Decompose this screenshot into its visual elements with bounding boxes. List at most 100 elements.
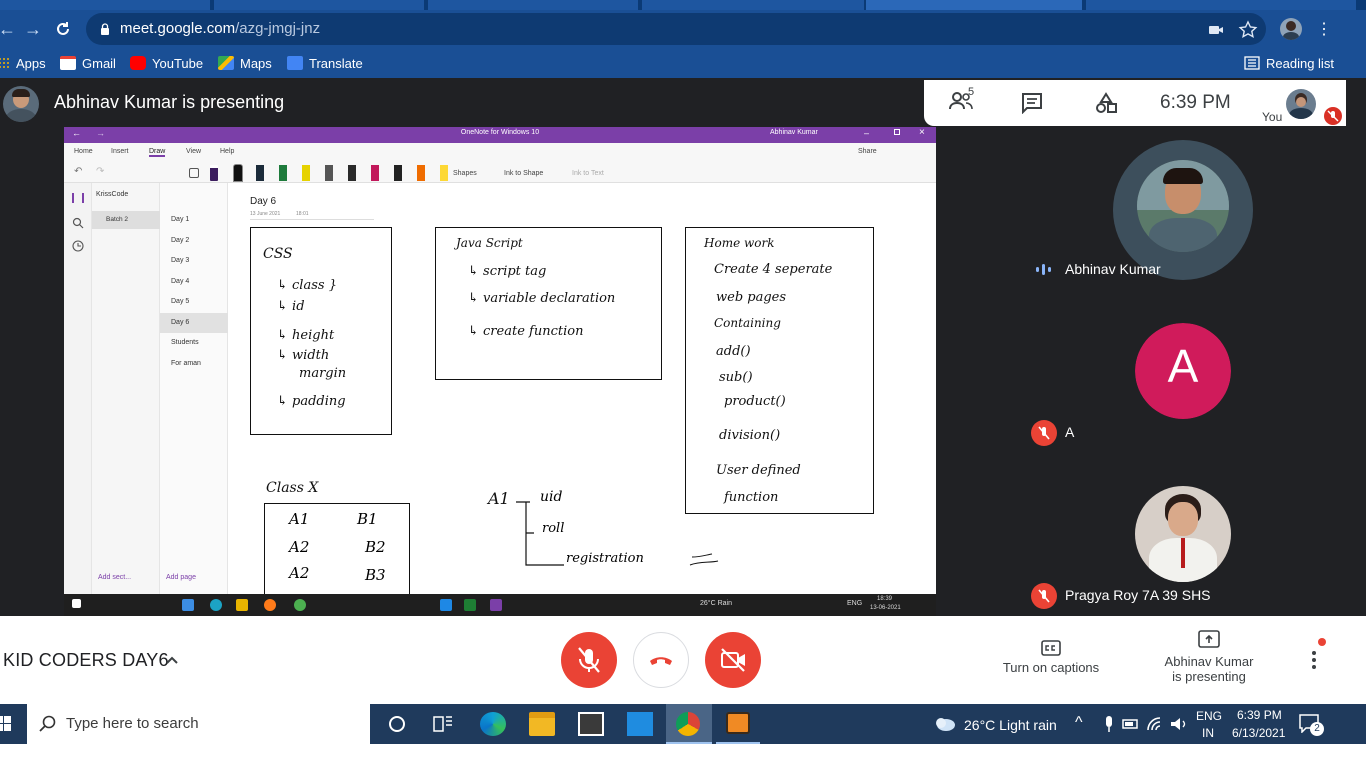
taskbar-date[interactable]: 6/13/2021 <box>1232 726 1285 740</box>
captions-button[interactable]: Turn on captions <box>994 634 1108 694</box>
bookmark-gmail[interactable]: Gmail <box>60 53 116 73</box>
inner-edge-icon <box>210 599 222 611</box>
captions-icon <box>1041 640 1061 656</box>
bookmark-apps[interactable]: Apps <box>0 53 46 73</box>
reload-icon[interactable] <box>50 16 76 42</box>
youtube-icon <box>130 56 146 70</box>
page-item-selected: Day 6 <box>160 313 228 333</box>
ink-text: function <box>724 490 779 505</box>
meeting-title[interactable]: KID CODERS DAY6 <box>3 650 169 671</box>
participants-button[interactable]: 5 <box>948 86 980 116</box>
pen-green-icon <box>279 165 287 181</box>
back-icon[interactable]: ← <box>0 16 20 42</box>
lang-region[interactable]: IN <box>1202 726 1214 740</box>
ink-text: registration <box>566 551 644 566</box>
bookmark-star-icon[interactable] <box>1238 20 1258 40</box>
mic-toggle-button[interactable] <box>561 632 617 688</box>
mic-off-icon <box>1031 583 1057 609</box>
app-taskbar-button[interactable] <box>716 704 760 744</box>
taskbar-search[interactable]: Type here to search <box>27 704 370 744</box>
bookmark-translate[interactable]: Translate <box>287 53 363 73</box>
taskbar-weather[interactable]: 26°C Light rain <box>964 717 1057 733</box>
lock-icon <box>101 23 109 35</box>
ink-text: A1 <box>488 489 510 508</box>
ink-text: Class X <box>266 480 319 496</box>
weather-cloud-icon[interactable] <box>932 712 958 736</box>
chrome-taskbar-button[interactable] <box>666 704 712 744</box>
self-avatar[interactable] <box>1286 89 1316 119</box>
participant-avatar-pragya[interactable] <box>1135 486 1231 582</box>
inner-start-icon <box>72 599 81 608</box>
omnibox[interactable]: meet.google.com/azg-jmgj-jnz <box>86 13 1266 45</box>
page-item: For aman <box>171 360 201 367</box>
presenting-label: Abhinav Kumar <box>1164 654 1254 669</box>
ink-text: A2 <box>289 564 310 582</box>
leave-call-button[interactable] <box>633 632 689 688</box>
ribbon-tab-insert: Insert <box>111 148 129 155</box>
redo-icon: ↷ <box>96 166 105 177</box>
reading-list-button[interactable]: Reading list <box>1244 53 1334 73</box>
chevron-up-icon[interactable] <box>164 652 180 668</box>
browser-tab[interactable] <box>642 0 864 10</box>
taskbar-clock[interactable]: 6:39 PM <box>1237 708 1282 722</box>
ink-text: ↳ id <box>277 299 305 314</box>
lang-indicator[interactable]: ENG <box>1196 709 1222 723</box>
ink-text: ↳ height <box>277 328 335 343</box>
edge-icon[interactable] <box>480 712 506 736</box>
camera-toggle-button[interactable] <box>705 632 761 688</box>
profile-avatar[interactable] <box>1280 18 1302 40</box>
participant-avatar-abhinav[interactable] <box>1113 140 1253 280</box>
volume-icon[interactable] <box>1166 712 1192 736</box>
ink-text: ↳ class } <box>277 278 337 293</box>
search-icon <box>39 715 56 732</box>
ink-text: roll <box>542 521 565 536</box>
meet-controls-bar: KID CODERS DAY6 Turn on captions Abhinav… <box>0 616 1366 704</box>
file-explorer-icon[interactable] <box>529 712 555 736</box>
eraser-icon <box>189 168 199 178</box>
bookmark-maps[interactable]: Maps <box>218 53 272 73</box>
maximize-icon <box>894 129 900 135</box>
start-icon[interactable] <box>0 716 12 732</box>
inner-excel-icon <box>464 599 476 611</box>
chat-icon[interactable] <box>1020 92 1044 114</box>
participant-count: 5 <box>968 86 975 98</box>
section-batch-2: Batch 2 <box>92 211 160 229</box>
tray-chevron-icon[interactable]: ^ <box>1075 714 1083 732</box>
ink-text: ↳ variable declaration <box>468 291 616 306</box>
ink-text: sub() <box>719 370 753 385</box>
add-section-button: Add sect... <box>98 574 132 581</box>
chrome-icon <box>676 712 700 736</box>
forward-icon[interactable]: → <box>20 16 46 42</box>
present-screen-icon <box>1198 630 1220 648</box>
action-center-button[interactable]: 2 <box>1298 713 1326 737</box>
cortana-icon[interactable] <box>384 712 410 736</box>
onenote-page-canvas: Day 6 13 June 2021 18:01 CSS ↳ class } ↳… <box>228 183 936 595</box>
page-item: Day 1 <box>171 216 190 223</box>
browser-menu-icon[interactable]: ⋮ <box>1316 20 1332 40</box>
battery-icon[interactable] <box>1118 712 1144 736</box>
browser-tab[interactable] <box>214 0 424 10</box>
captions-label: Turn on captions <box>1002 660 1100 675</box>
task-view-icon[interactable] <box>430 712 456 736</box>
browser-tab-active[interactable] <box>866 0 1082 10</box>
gmail-icon <box>60 56 76 70</box>
self-label: You <box>1262 110 1283 124</box>
activities-icon[interactable] <box>1094 92 1118 114</box>
mail-icon[interactable] <box>627 712 653 736</box>
camera-indicator-icon[interactable] <box>1206 20 1226 40</box>
bookmark-youtube[interactable]: YouTube <box>130 53 203 73</box>
participant-avatar-a[interactable]: A <box>1135 323 1231 419</box>
presenter-avatar <box>3 86 39 122</box>
store-icon[interactable] <box>578 712 604 736</box>
shared-screen-onenote: ← → OneNote for Windows 10 Abhinav Kumar… <box>64 127 936 616</box>
apps-grid-icon <box>0 57 10 69</box>
browser-tab[interactable] <box>1086 0 1356 10</box>
onenote-titlebar: ← → OneNote for Windows 10 Abhinav Kumar… <box>64 127 936 143</box>
minimize-icon: – <box>864 128 870 138</box>
notification-count: 2 <box>1310 722 1324 736</box>
onenote-user: Abhinav Kumar <box>770 129 818 136</box>
browser-tab[interactable] <box>0 0 210 10</box>
more-options-icon[interactable] <box>1304 648 1324 672</box>
presenting-button[interactable]: Abhinav Kumar is presenting <box>1150 626 1268 696</box>
browser-tab[interactable] <box>428 0 638 10</box>
